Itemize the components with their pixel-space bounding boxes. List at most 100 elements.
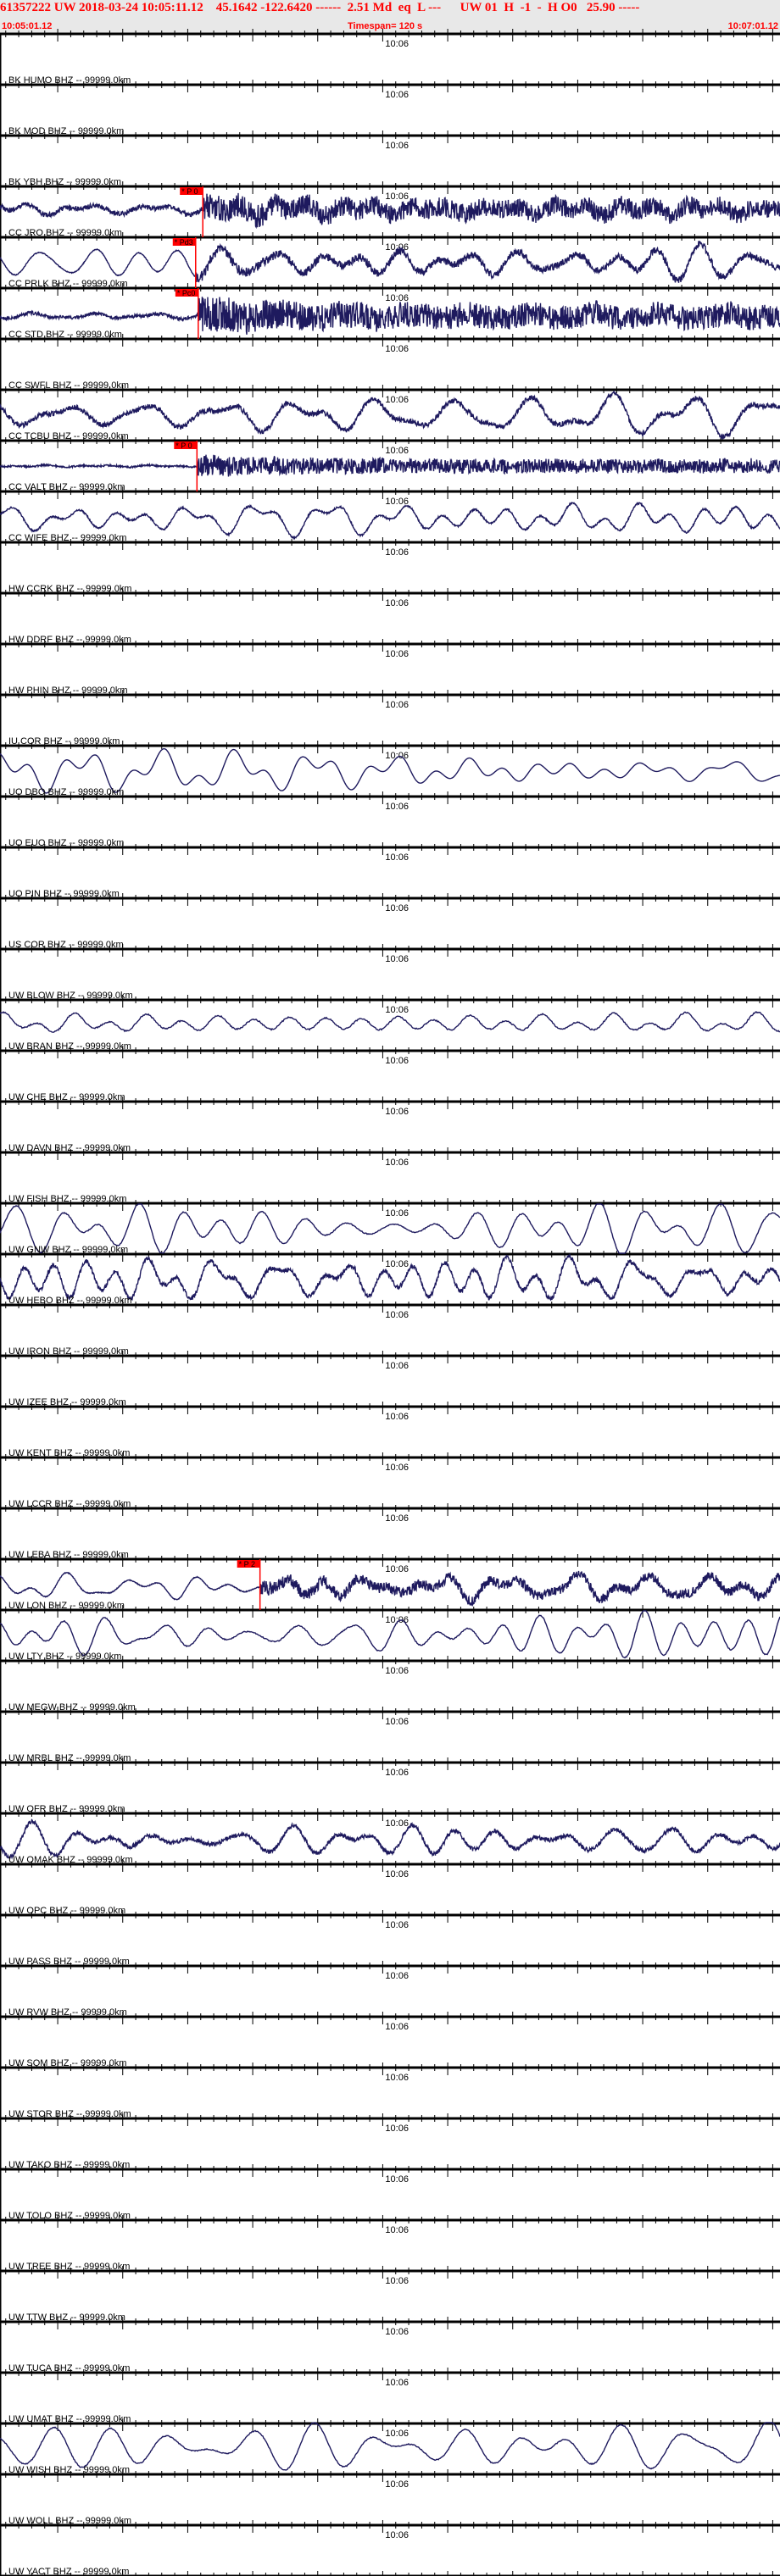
channel-row[interactable]: US COR BHZ -- 99999.0km (8, 940, 124, 950)
channel-row[interactable]: UW TOLO BHZ -- 99999.0km (8, 2211, 131, 2221)
channel-label: HW CCRK BHZ -- 99999.0km (8, 584, 131, 594)
channel-label: UO DBO BHZ -- 99999.0km (8, 787, 124, 797)
channel-label: BK HUMO BHZ -- 99999.0km (8, 75, 131, 86)
channel-label: UW DAVN BHZ -- 99999.0km (8, 1143, 131, 1153)
waveform-trace (0, 454, 780, 477)
minute-tick-label: 10:06 (385, 1971, 409, 1981)
minute-tick-label: 10:06 (385, 1056, 409, 1066)
channel-row[interactable]: UW LTY BHZ -- 99999.0km (8, 1652, 121, 1662)
channel-row[interactable]: HW PHIN BHZ -- 99999.0km (8, 686, 128, 696)
channel-label: CC TCBU BHZ -- 99999.0km (8, 431, 129, 441)
channel-label: BK MOD BHZ -- 99999.0km (8, 126, 124, 136)
channel-label: BK YBH BHZ -- 99999.0km (8, 177, 121, 187)
channel-label: US COR BHZ -- 99999.0km (8, 940, 124, 950)
channel-label: HW DDRF BHZ -- 99999.0km (8, 635, 131, 645)
minute-tick-label: 10:06 (385, 2073, 409, 2083)
minute-tick-label: 10:06 (385, 1463, 409, 1473)
channel-label: UW PASS BHZ -- 99999.0km (8, 1957, 130, 1967)
channel-row[interactable]: UW WOLL BHZ -- 99999.0km (8, 2516, 131, 2526)
channel-label: UW LON BHZ -- 99999.0km (8, 1601, 125, 1611)
channel-row[interactable]: UW RVW BHZ -- 99999.0km (8, 2007, 127, 2018)
channel-row[interactable]: UW MRBL BHZ -- 99999.0km (8, 1753, 131, 1763)
channel-row[interactable]: UW SQM BHZ -- 99999.0km (8, 2058, 126, 2068)
channel-row[interactable]: UW HEBO BHZ -- 99999.0km (8, 1296, 131, 1306)
channel-row[interactable]: HW DDRF BHZ -- 99999.0km (8, 635, 131, 645)
minute-tick-label: 10:06 (385, 852, 409, 863)
channel-row[interactable]: UW PASS BHZ -- 99999.0km (8, 1957, 130, 1967)
channel-label: UW UMAT BHZ -- 99999.0km (8, 2414, 131, 2424)
channel-row[interactable]: UW YACT BHZ -- 99999.0km (8, 2567, 129, 2576)
channel-row[interactable]: UW OMAK BHZ -- 99999.0km (8, 1855, 133, 1865)
channel-label: UW BRAN BHZ -- 99999.0km (8, 1041, 131, 1052)
minute-tick-label: 10:06 (385, 1208, 409, 1219)
channel-label: UW RVW BHZ -- 99999.0km (8, 2007, 127, 2018)
minute-tick-label: 10:06 (385, 547, 409, 558)
channel-row[interactable]: UW TUCA BHZ -- 99999.0km (8, 2363, 130, 2373)
channel-row[interactable]: UW TREE BHZ -- 99999.0km (8, 2262, 130, 2272)
minute-tick-label: 10:06 (385, 446, 409, 456)
channel-row[interactable]: UW DAVN BHZ -- 99999.0km (8, 1143, 131, 1153)
channel-row[interactable]: UW OPC BHZ -- 99999.0km (8, 1906, 125, 1916)
channel-row[interactable]: UW CHE BHZ -- 99999.0km (8, 1092, 125, 1102)
minute-tick-label: 10:06 (385, 395, 409, 405)
channel-label: CC PRLK BHZ -- 99999.0km (8, 279, 128, 289)
channel-row[interactable]: CC STD BHZ -- 99999.0km (8, 330, 122, 340)
minute-tick-label: 10:06 (385, 598, 409, 608)
channel-row[interactable]: UW STOR BHZ -- 99999.0km (8, 2109, 131, 2119)
channel-row[interactable]: UW WISH BHZ -- 99999.0km (8, 2465, 130, 2475)
minute-tick-label: 10:06 (385, 1005, 409, 1015)
channel-row[interactable]: UW IZEE BHZ -- 99999.0km (8, 1397, 126, 1407)
channel-row[interactable]: UO PIN BHZ -- 99999.0km (8, 889, 120, 899)
channel-label: CC SWFL BHZ -- 99999.0km (8, 380, 129, 391)
channel-label: UW LEBA BHZ -- 99999.0km (8, 1550, 129, 1560)
channel-row[interactable]: UO EUO BHZ -- 99999.0km (8, 838, 124, 848)
channel-label: UW TREE BHZ -- 99999.0km (8, 2262, 130, 2272)
channel-label: UW CHE BHZ -- 99999.0km (8, 1092, 125, 1102)
channel-label: CC STD BHZ -- 99999.0km (8, 330, 122, 340)
minute-tick-label: 10:06 (385, 2174, 409, 2185)
channel-row[interactable]: UW BRAN BHZ -- 99999.0km (8, 1041, 131, 1052)
minute-tick-label: 10:06 (385, 1564, 409, 1574)
minute-tick-label: 10:06 (385, 90, 409, 100)
minute-tick-label: 10:06 (385, 39, 409, 49)
minute-tick-label: 10:06 (385, 2276, 409, 2286)
minute-tick-label: 10:06 (385, 2124, 409, 2134)
seismogram-panel[interactable]: 10:06 10:06 10:06 10:06 10:06 10:06 10:06 10:06… (0, 0, 780, 2576)
channel-label: UW TTW BHZ -- 99999.0km (8, 2312, 125, 2323)
minute-tick-label: 10:06 (385, 141, 409, 151)
pick-label: * Pd3 (175, 238, 193, 247)
channel-label: UW OPC BHZ -- 99999.0km (8, 1906, 125, 1916)
channel-row[interactable]: UW IRON BHZ -- 99999.0km (8, 1346, 129, 1357)
channel-row[interactable]: UO DBO BHZ -- 99999.0km (8, 787, 124, 797)
channel-label: HW PHIN BHZ -- 99999.0km (8, 686, 128, 696)
channel-label: CC JRO BHZ -- 99999.0km (8, 228, 122, 238)
pick-label: * Pc0 (177, 289, 196, 297)
channel-row[interactable]: UW TTW BHZ -- 99999.0km (8, 2312, 125, 2323)
minute-tick-label: 10:06 (385, 802, 409, 812)
minute-tick-label: 10:06 (385, 700, 409, 710)
time-axis: 10:06 (0, 29, 780, 49)
channel-label: CC VALT BHZ -- 99999.0km (8, 482, 125, 492)
pick-label: * P 2 (239, 1560, 255, 1568)
channel-row[interactable]: UW LCCR BHZ -- 99999.0km (8, 1499, 131, 1509)
channel-row[interactable]: CC WIFE BHZ -- 99999.0km (8, 533, 126, 543)
channel-label: UW IRON BHZ -- 99999.0km (8, 1346, 129, 1357)
channel-label: UW TUCA BHZ -- 99999.0km (8, 2363, 130, 2373)
channel-label: UW TOLO BHZ -- 99999.0km (8, 2211, 131, 2221)
channel-row[interactable]: UW KENT BHZ -- 99999.0km (8, 1448, 130, 1458)
channel-row[interactable]: UW MEGW BHZ -- 99999.0km (8, 1702, 136, 1713)
channel-label: UW MRBL BHZ -- 99999.0km (8, 1753, 131, 1763)
minute-tick-label: 10:06 (385, 1768, 409, 1778)
channel-label: UW OFR BHZ -- 99999.0km (8, 1804, 125, 1814)
channel-row[interactable]: BK HUMO BHZ -- 99999.0km (8, 75, 131, 86)
channel-label: UW LTY BHZ -- 99999.0km (8, 1652, 121, 1662)
channel-row[interactable]: UW TAKO BHZ -- 99999.0km (8, 2160, 130, 2170)
channel-row[interactable]: BK MOD BHZ -- 99999.0km (8, 126, 124, 136)
minute-tick-label: 10:06 (385, 1310, 409, 1320)
pick-label: * P 0 (181, 187, 198, 196)
channel-label: UW WOLL BHZ -- 99999.0km (8, 2516, 131, 2526)
channel-row[interactable]: HW CCRK BHZ -- 99999.0km (8, 584, 131, 594)
minute-tick-label: 10:06 (385, 192, 409, 202)
channel-label: UW TAKO BHZ -- 99999.0km (8, 2160, 130, 2170)
channel-label: UW SQM BHZ -- 99999.0km (8, 2058, 126, 2068)
